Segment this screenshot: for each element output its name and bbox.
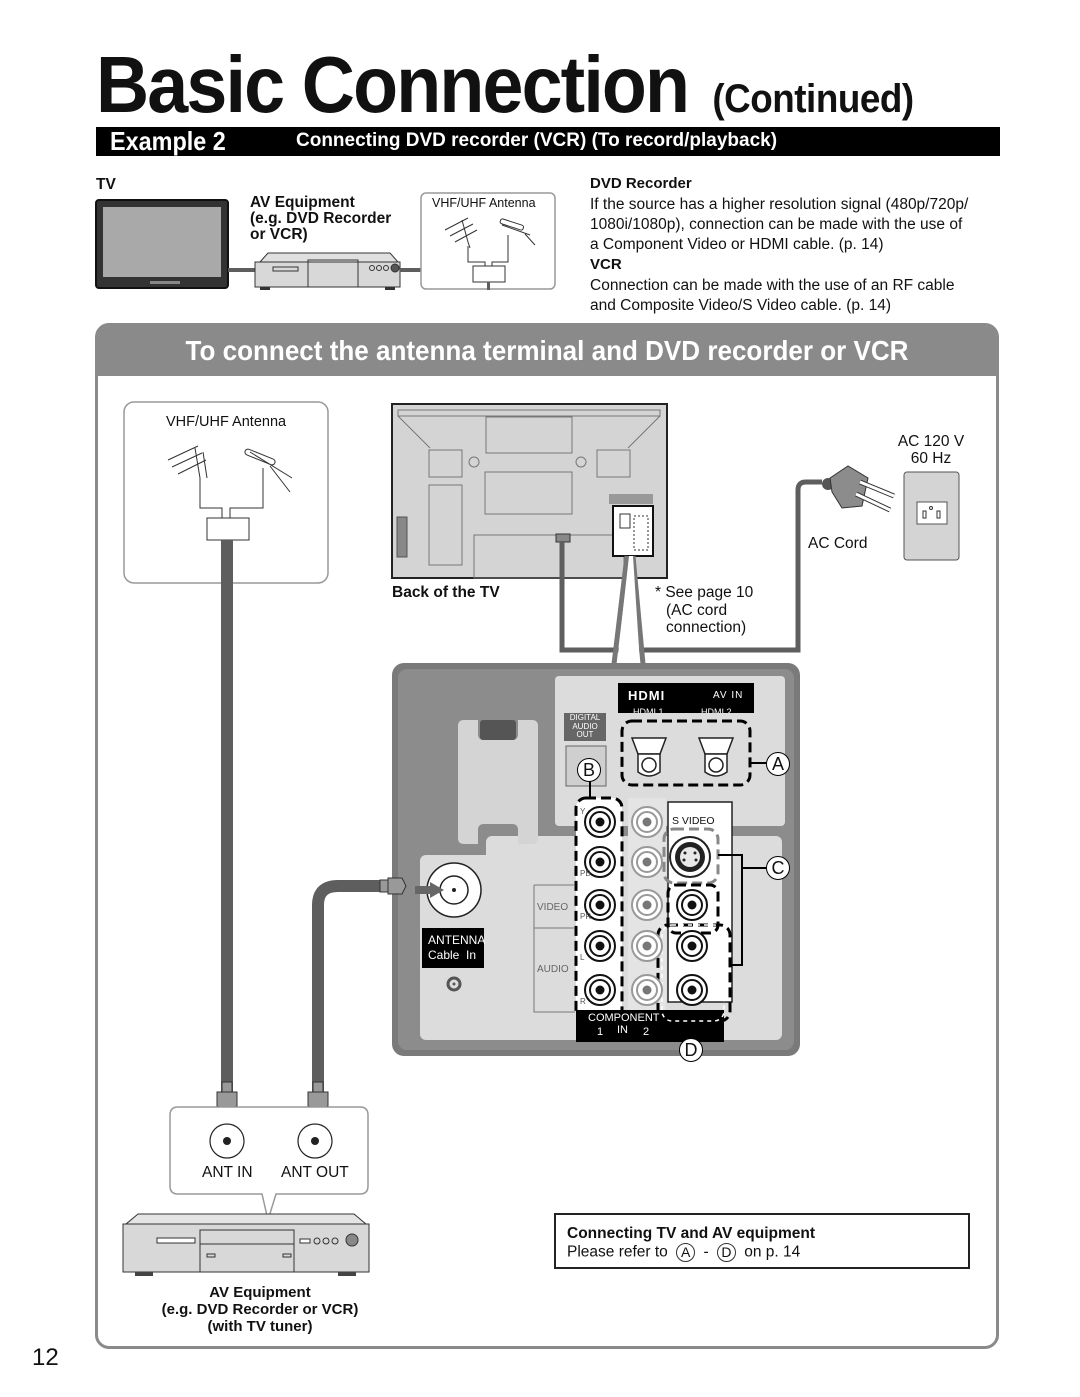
note-text-before: Please refer to — [567, 1243, 668, 1261]
page-number: 12 — [32, 1344, 59, 1371]
note-marker-d: D — [716, 1243, 736, 1262]
note-dash: - — [703, 1243, 709, 1261]
av-in-jack — [676, 889, 708, 921]
note-box-heading: Connecting TV and AV equipment — [567, 1225, 815, 1242]
antenna-cable — [221, 540, 233, 1096]
component1-jack — [584, 974, 616, 1006]
hdmi1-label: HDMI 1 — [633, 707, 664, 713]
power-spec: AC 120 V 60 Hz — [894, 433, 968, 467]
component-in-2: 2 — [643, 1026, 650, 1038]
component1-jack — [584, 806, 616, 838]
component2-jack — [631, 930, 663, 962]
digital-audio-out-label: DIGITAL AUDIO OUT — [564, 713, 606, 740]
ac-cord-note-3: connection) — [666, 619, 747, 636]
ac-cord-label: AC Cord — [808, 535, 868, 552]
jack-label: L — [580, 953, 585, 962]
component-in-1: 1 — [597, 1026, 604, 1038]
antenna-label-line1: ANTENNA — [428, 933, 486, 947]
component2-jack — [631, 974, 663, 1006]
av-equipment-illustration-large — [122, 1213, 370, 1276]
note-marker-a: A — [676, 1243, 696, 1262]
tv-back-illustration — [391, 403, 668, 579]
s-video-label: S VIDEO — [672, 815, 715, 827]
f-connector-ant-in — [216, 1081, 238, 1111]
power-frequency: 60 Hz — [910, 450, 952, 467]
ant-out-port — [297, 1123, 333, 1159]
av-in-jack — [676, 974, 708, 1006]
ac-cord-note-2: (AC cord — [666, 601, 728, 619]
component-label: COMPONENT — [588, 1012, 660, 1024]
ac-cord-note: * See page 10 (AC cord connection) — [655, 584, 753, 637]
component2-jack — [631, 806, 663, 838]
component2-jack — [631, 846, 663, 878]
jack-label: Y — [580, 807, 586, 816]
connection-diagram: Y PB PR L R — [122, 401, 960, 1276]
av-in-label: AV IN — [713, 690, 744, 701]
marker-a: A — [766, 752, 790, 776]
connection-note-box: Connecting TV and AV equipment Please re… — [554, 1213, 970, 1269]
component2-jack — [631, 889, 663, 921]
rf-cable-ant-out — [312, 880, 398, 1096]
component-in-label: IN — [617, 1024, 628, 1036]
f-connector-tv — [379, 877, 407, 895]
av-equipment-label-line3: (with TV tuner) — [207, 1318, 313, 1335]
ac-cord-note-1: * See page 10 — [655, 584, 754, 601]
power-voltage: AC 120 V — [897, 433, 965, 450]
marker-b: B — [577, 758, 601, 782]
jack-label: R — [580, 997, 586, 1006]
hdmi-logo: HDMI — [628, 688, 666, 703]
digital-audio-out-line3: OUT — [576, 730, 594, 739]
ant-in-label: ANT IN — [202, 1164, 253, 1181]
hdmi2-label: HDMI 2 — [701, 707, 732, 713]
note-text-after: on p. 14 — [744, 1243, 801, 1261]
audio-label: AUDIO — [537, 964, 569, 975]
marker-c: C — [766, 856, 790, 880]
av-equipment-label: AV Equipment (e.g. DVD Recorder or VCR) … — [110, 1284, 410, 1335]
video-label: VIDEO — [537, 902, 569, 913]
component1-jack — [584, 930, 616, 962]
antenna-label-line2: Cable In — [428, 948, 477, 962]
av-in-jack — [676, 930, 708, 962]
f-connector-ant-out — [307, 1081, 329, 1111]
note-box-text: Please refer to A - D on p. 14 — [567, 1243, 800, 1262]
marker-d: D — [679, 1038, 703, 1062]
jack-label: PR — [580, 912, 591, 921]
antenna-cable-in-label: ANTENNA Cable In — [428, 933, 485, 963]
ac-plug-icon — [822, 465, 895, 513]
av-equipment-label-line2: (e.g. DVD Recorder or VCR) — [161, 1301, 359, 1318]
jack-label: PB — [580, 869, 591, 878]
av-equipment-label-line1: AV Equipment — [209, 1284, 311, 1301]
wall-outlet-icon — [903, 471, 960, 561]
ant-in-port — [209, 1123, 245, 1159]
antenna-label: VHF/UHF Antenna — [166, 414, 287, 430]
s-video-jack — [669, 836, 711, 878]
back-of-tv-label: Back of the TV — [392, 584, 500, 601]
ant-out-label: ANT OUT — [281, 1164, 349, 1181]
